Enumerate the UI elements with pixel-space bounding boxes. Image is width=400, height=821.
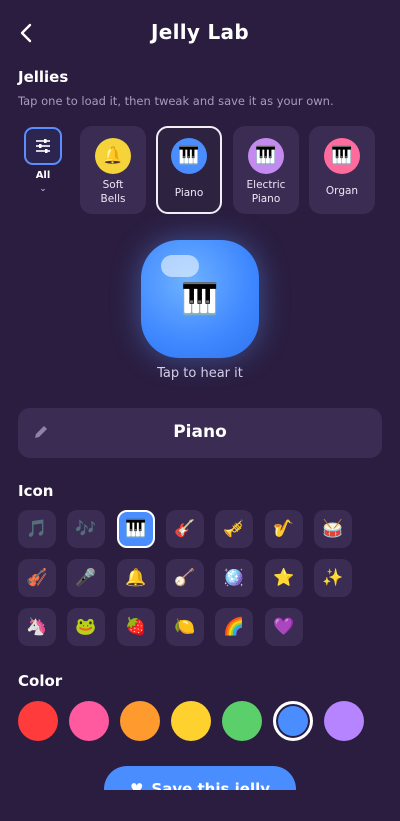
icon-option[interactable]: 🐸: [67, 608, 105, 646]
tap-hint: Tap to hear it: [157, 366, 243, 381]
icon-option[interactable]: 🍋: [166, 608, 204, 646]
preset-icon: 🎹: [171, 138, 207, 174]
bottom-fade: [0, 790, 400, 821]
jellies-subtitle: Tap one to load it, then tweak and save …: [18, 94, 334, 108]
color-section-title: Color: [18, 672, 63, 690]
jelly-lab-screen: Jelly Lab Jellies Tap one to load it, th…: [0, 0, 400, 821]
icon-option[interactable]: 🎹: [117, 510, 155, 548]
jelly-preview-button[interactable]: 🎹: [141, 240, 259, 358]
preset-icon: 🎹: [248, 138, 284, 174]
preset-card[interactable]: 🎹 Electric Piano: [233, 126, 299, 214]
preset-icon: 🔔: [95, 138, 131, 174]
color-swatch[interactable]: [273, 701, 313, 741]
preset-label: Organ: [325, 185, 359, 197]
icon-option[interactable]: ✨: [314, 559, 352, 597]
icon-option[interactable]: 🍓: [117, 608, 155, 646]
chevron-down-icon[interactable]: ⌄: [24, 184, 62, 194]
jelly-shine: [161, 255, 199, 277]
icon-option[interactable]: 🦄: [18, 608, 56, 646]
preset-label: Soft Bells: [100, 179, 126, 205]
icon-option[interactable]: 🎤: [67, 559, 105, 597]
jellies-section-title: Jellies: [18, 68, 69, 86]
icon-option[interactable]: ⭐: [265, 559, 303, 597]
icon-option[interactable]: 🪩: [215, 559, 253, 597]
jelly-name-field[interactable]: Piano: [18, 408, 382, 458]
icon-section-title: Icon: [18, 482, 54, 500]
icon-option[interactable]: 🥁: [314, 510, 352, 548]
page-title: Jelly Lab: [151, 20, 249, 44]
preset-card[interactable]: 🎹 Organ: [309, 126, 375, 214]
icon-option[interactable]: 🌈: [215, 608, 253, 646]
preset-card[interactable]: 🔔 Soft Bells: [80, 126, 146, 214]
filter-label[interactable]: All: [24, 170, 62, 181]
icon-option[interactable]: 🎶: [67, 510, 105, 548]
icon-option[interactable]: 🔔: [117, 559, 155, 597]
color-swatch[interactable]: [222, 701, 262, 741]
icon-option[interactable]: 🪕: [166, 559, 204, 597]
color-swatch[interactable]: [171, 701, 211, 741]
jelly-name-value[interactable]: Piano: [18, 422, 382, 442]
piano-icon: 🎹: [181, 282, 219, 317]
color-swatch[interactable]: [18, 701, 58, 741]
icon-option[interactable]: 🎵: [18, 510, 56, 548]
preset-card[interactable]: 🎹 Piano: [156, 126, 222, 214]
icon-option[interactable]: 🎸: [166, 510, 204, 548]
color-swatch[interactable]: [69, 701, 109, 741]
color-swatch[interactable]: [324, 701, 364, 741]
preset-icon: 🎹: [324, 138, 360, 174]
sliders-icon: [36, 139, 50, 153]
preset-label: Piano: [174, 187, 204, 199]
icon-option[interactable]: 🎺: [215, 510, 253, 548]
color-swatch[interactable]: [120, 701, 160, 741]
icon-option[interactable]: 🎻: [18, 559, 56, 597]
icon-option[interactable]: 💜: [265, 608, 303, 646]
icon-option[interactable]: 🎷: [265, 510, 303, 548]
preset-label: Electric Piano: [246, 179, 286, 205]
filter-button[interactable]: [24, 127, 62, 165]
